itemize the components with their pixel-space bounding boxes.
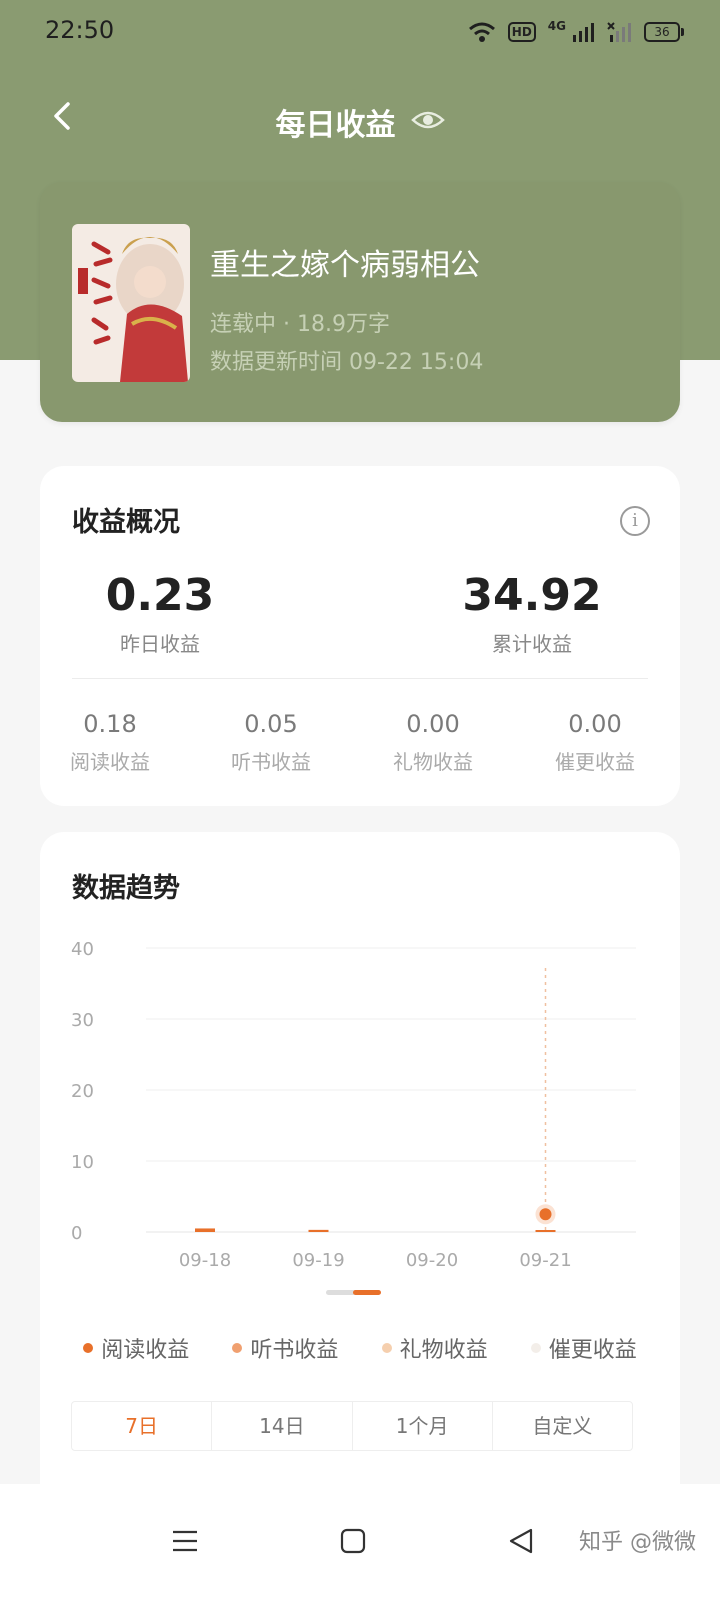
breakdown-label: 听书收益 [231, 750, 311, 774]
bar [535, 1230, 556, 1232]
home-button[interactable] [328, 1516, 378, 1566]
time-range-selector: 7日 14日 1个月 自定义 [71, 1401, 633, 1451]
breakdown-item-listening: 0.05 听书收益 [191, 710, 351, 775]
y-tick-label: 0 [71, 1223, 82, 1244]
y-tick-label: 30 [71, 1010, 94, 1031]
breakdown-label: 阅读收益 [70, 750, 150, 774]
range-1-month[interactable]: 1个月 [351, 1402, 492, 1450]
breakdown-value: 0.05 [244, 710, 298, 738]
x-tick-label: 09-20 [406, 1250, 458, 1271]
book-meta: 连载中 · 18.9万字 [210, 312, 390, 337]
breakdown-item-gifts: 0.00 礼物收益 [353, 710, 513, 775]
breakdown-item-reading: 0.18 阅读收益 [30, 710, 190, 775]
page-title: 每日收益 [275, 108, 396, 143]
status-icons: HD 4G 36 [468, 18, 684, 46]
wifi-icon [468, 22, 495, 42]
eye-icon[interactable] [410, 108, 445, 136]
menu-button[interactable] [160, 1516, 210, 1566]
breakdown-value: 0.00 [568, 710, 622, 738]
total-income-label: 累计收益 [492, 632, 572, 656]
system-nav-bar: 知乎 @微微 [0, 1484, 720, 1600]
status-time: 22:50 [45, 16, 115, 44]
scroll-indicator-track [326, 1290, 356, 1295]
menu-icon [173, 1530, 197, 1552]
legend-item[interactable]: 催更收益 [530, 1332, 637, 1364]
legend-item[interactable]: 礼物收益 [381, 1332, 488, 1364]
breakdown-label: 礼物收益 [393, 750, 473, 774]
breakdown-value: 0.00 [406, 710, 460, 738]
info-icon[interactable]: i [620, 506, 650, 536]
yesterday-income-label: 昨日收益 [120, 632, 200, 656]
trend-card: 数据趋势 40 30 20 10 0 09-18 09-19 09-20 09-21 阅读收益 … [40, 832, 680, 1512]
legend-label: 催更收益 [548, 1338, 637, 1363]
legend-dot [381, 1343, 392, 1353]
breakdown-item-urge: 0.00 催更收益 [515, 710, 675, 775]
status-bar: 22:50 HD 4G 36 [0, 0, 720, 64]
battery-icon: 36 [644, 22, 684, 42]
signal-icon [573, 23, 594, 42]
triangle-back-icon [509, 1528, 533, 1554]
legend-label: 阅读收益 [101, 1338, 190, 1363]
x-tick-label: 09-21 [519, 1250, 571, 1271]
legend-label: 听书收益 [250, 1338, 339, 1363]
legend-dot [232, 1343, 243, 1353]
legend-item[interactable]: 听书收益 [232, 1332, 338, 1364]
trend-title: 数据趋势 [72, 873, 180, 904]
legend-item[interactable]: 阅读收益 [83, 1332, 189, 1364]
scroll-indicator-thumb [353, 1290, 381, 1295]
x-tick-label: 09-19 [292, 1250, 344, 1271]
home-icon [340, 1528, 366, 1554]
nav-back-button[interactable] [496, 1516, 546, 1566]
legend-dot [530, 1343, 541, 1353]
range-custom[interactable]: 自定义 [491, 1402, 632, 1450]
book-cover [72, 224, 190, 382]
breakdown-label: 催更收益 [555, 750, 635, 774]
book-title: 重生之嫁个病弱相公 [210, 248, 480, 283]
hd-icon: HD [507, 22, 536, 42]
header-title-row: 每日收益 [0, 100, 720, 144]
y-tick-label: 20 [71, 1081, 94, 1102]
yesterday-income-value: 0.23 [105, 570, 215, 621]
watermark: 知乎 @微微 [579, 1530, 696, 1555]
bar [195, 1228, 215, 1232]
divider [72, 678, 648, 679]
signal-weak-icon [607, 22, 631, 42]
network-type-label: 4G [547, 19, 566, 33]
highlight-point [539, 1208, 552, 1221]
book-card[interactable]: 重生之嫁个病弱相公 连载中 · 18.9万字 数据更新时间 09-22 15:0… [40, 182, 680, 422]
y-tick-label: 10 [71, 1152, 94, 1173]
chart-legend: 阅读收益 听书收益 礼物收益 催更收益 [40, 1332, 680, 1364]
bar [308, 1229, 329, 1232]
range-7-days[interactable]: 7日 [72, 1402, 211, 1450]
income-overview-title: 收益概况 [72, 507, 180, 538]
total-income-value: 34.92 [462, 570, 602, 621]
legend-dot [83, 1343, 94, 1353]
income-overview-card: 收益概况 i 0.23 昨日收益 34.92 累计收益 0.18 阅读收益 0.… [40, 466, 680, 806]
legend-label: 礼物收益 [399, 1338, 488, 1363]
x-tick-label: 09-18 [179, 1250, 231, 1271]
breakdown-value: 0.18 [83, 710, 137, 738]
book-update-time: 数据更新时间 09-22 15:04 [210, 350, 484, 375]
range-14-days[interactable]: 14日 [211, 1402, 351, 1450]
y-tick-label: 40 [71, 939, 94, 960]
